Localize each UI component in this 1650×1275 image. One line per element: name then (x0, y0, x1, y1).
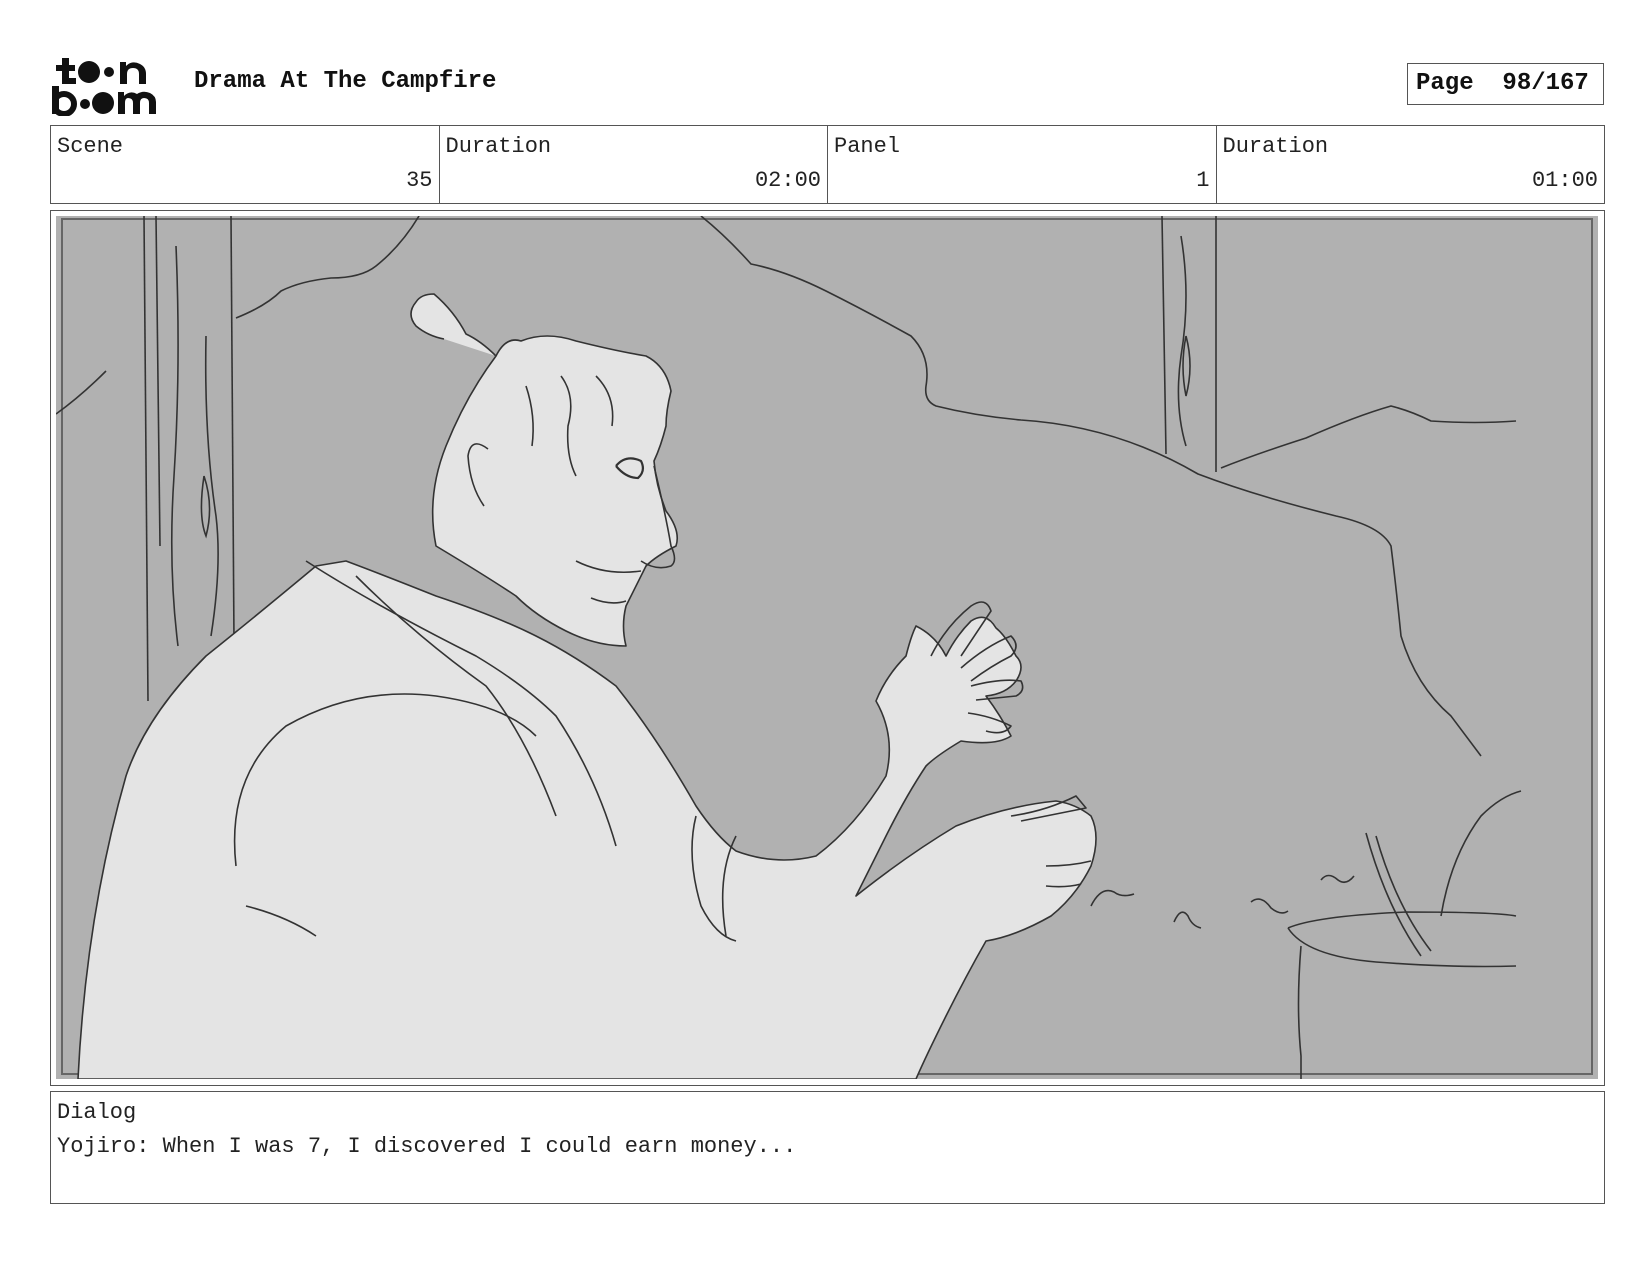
panel-duration-cell: Duration 01:00 (1217, 126, 1605, 203)
scene-duration-label: Duration (445, 134, 552, 159)
project-title: Drama At The Campfire (194, 68, 497, 95)
storyboard-panel (50, 210, 1605, 1086)
page-indicator: Page 98/167 (1407, 63, 1604, 105)
panel-sketch (56, 216, 1598, 1079)
scene-duration-cell: Duration 02:00 (440, 126, 828, 203)
page-label: Page (1416, 70, 1474, 97)
scene-cell: Scene 35 (51, 126, 440, 203)
dialog-label: Dialog (57, 1100, 137, 1125)
page-number: 98/167 (1502, 70, 1589, 97)
info-row: Scene 35 Duration 02:00 Panel 1 Duration… (50, 125, 1605, 204)
panel-duration-value: 01:00 (1531, 168, 1598, 193)
scene-value: 35 (406, 168, 433, 193)
scene-duration-value: 02:00 (754, 168, 821, 193)
panel-label: Panel (834, 134, 901, 159)
toonboom-logo (52, 58, 156, 116)
panel-cell: Panel 1 (828, 126, 1217, 203)
panel-value: 1 (1196, 168, 1210, 193)
panel-duration-label: Duration (1222, 134, 1329, 159)
scene-label: Scene (57, 134, 124, 159)
dialog-text: Yojiro: When I was 7, I discovered I cou… (57, 1134, 797, 1159)
dialog-box: Dialog Yojiro: When I was 7, I discovere… (50, 1091, 1605, 1204)
